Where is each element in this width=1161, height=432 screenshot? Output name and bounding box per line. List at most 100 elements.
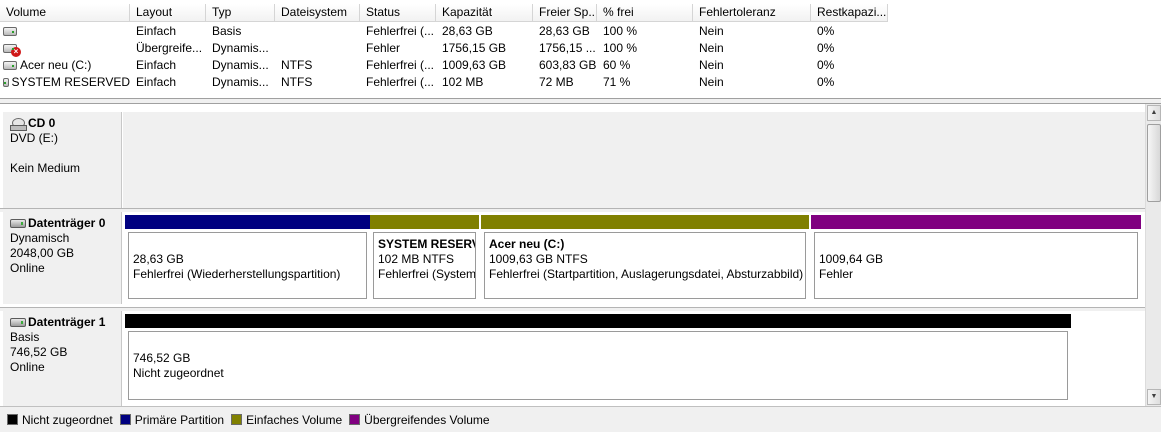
volume-status: Fehlerfrei (... bbox=[366, 75, 435, 89]
legend-item-primary: Primäre Partition bbox=[119, 412, 225, 427]
partition-size: 1009,64 GB bbox=[819, 252, 884, 266]
scroll-up-icon[interactable]: ▲ bbox=[1147, 105, 1161, 121]
volume-free-space: 603,83 GB bbox=[539, 58, 597, 72]
partition-color-bar bbox=[370, 215, 479, 229]
volume-type: Dynamis... bbox=[212, 75, 269, 89]
volume-filesystem bbox=[275, 40, 360, 57]
volume-type: Dynamis... bbox=[212, 58, 269, 72]
volume-capacity: 28,63 GB bbox=[442, 24, 493, 38]
column-header-status[interactable]: Status bbox=[360, 4, 436, 22]
vertical-scrollbar[interactable]: ▲ ▼ bbox=[1145, 104, 1161, 406]
disk-label-disk1[interactable]: Datenträger 1 Basis 746,52 GB Online bbox=[3, 311, 122, 406]
disk-name: Datenträger 1 bbox=[28, 315, 106, 329]
column-header-overhead[interactable]: Restkapazi... bbox=[811, 4, 888, 22]
column-header-percent-free[interactable]: % frei bbox=[597, 4, 693, 22]
partition-spanned[interactable]: 1009,64 GB Fehler bbox=[811, 215, 1141, 301]
row-separator bbox=[0, 307, 1145, 311]
hard-disk-icon bbox=[10, 219, 26, 228]
volume-layout: Einfach bbox=[136, 24, 177, 38]
volume-overhead: 0% bbox=[817, 75, 835, 89]
disk-name: Datenträger 0 bbox=[28, 216, 106, 230]
column-header-layout[interactable]: Layout bbox=[130, 4, 206, 22]
drive-error-icon: × bbox=[3, 44, 21, 57]
volume-row[interactable]: × Übergreife... Dynamis... Fehler 1756,1… bbox=[0, 40, 888, 57]
volume-fault-tolerance: Nein bbox=[699, 75, 724, 89]
volume-list-header: Volume Layout Typ Dateisystem Status Kap… bbox=[0, 4, 888, 22]
partition-status: Nicht zugeordnet bbox=[133, 366, 224, 380]
legend-swatch bbox=[231, 414, 243, 425]
column-header-free-space[interactable]: Freier Sp... bbox=[533, 4, 597, 22]
legend-label: Einfaches Volume bbox=[246, 412, 343, 427]
column-header-volume[interactable]: Volume bbox=[0, 4, 130, 22]
partition-status: Fehlerfrei (Startpartition, Auslagerungs… bbox=[489, 267, 804, 281]
partition-recovery[interactable]: 28,63 GB Fehlerfrei (Wiederherstellungsp… bbox=[125, 215, 370, 301]
volume-overhead: 0% bbox=[817, 24, 835, 38]
legend-label: Nicht zugeordnet bbox=[22, 412, 113, 427]
volume-status: Fehlerfrei (... bbox=[366, 58, 435, 72]
legend-swatch bbox=[349, 414, 361, 425]
partition-size: 746,52 GB bbox=[133, 351, 191, 365]
scrollbar-thumb[interactable] bbox=[1147, 124, 1161, 202]
row-separator bbox=[0, 208, 1145, 212]
cd-drive-icon bbox=[10, 117, 27, 131]
disk-size: 746,52 GB bbox=[10, 345, 68, 359]
volume-fault-tolerance: Nein bbox=[699, 41, 724, 55]
column-header-capacity[interactable]: Kapazität bbox=[436, 4, 533, 22]
disk-state: Online bbox=[10, 261, 45, 275]
partition-size: 28,63 GB bbox=[133, 252, 184, 266]
column-header-type[interactable]: Typ bbox=[206, 4, 275, 22]
disk-map: CD 0 DVD (E:) Kein Medium Datenträger 0 … bbox=[0, 104, 1161, 406]
volume-type: Dynamis... bbox=[212, 41, 269, 55]
legend-item-simple: Einfaches Volume bbox=[231, 413, 342, 427]
partition-size: 1009,63 GB NTFS bbox=[489, 252, 588, 266]
volume-row[interactable]: SYSTEM RESERVED Einfach Dynamis... NTFS … bbox=[0, 74, 888, 91]
legend-item-unallocated: Nicht zugeordnet bbox=[7, 413, 113, 427]
volume-layout: Einfach bbox=[136, 75, 177, 89]
partition-status: Fehlerfrei (Wiederherstellungspartition) bbox=[133, 267, 341, 281]
volume-status: Fehlerfrei (... bbox=[366, 24, 435, 38]
column-header-filesystem[interactable]: Dateisystem bbox=[275, 4, 360, 22]
legend-label: Übergreifendes Volume bbox=[364, 412, 490, 427]
volume-name: SYSTEM RESERVED bbox=[11, 75, 130, 89]
cd0-media-area[interactable] bbox=[123, 112, 1145, 208]
drive-icon bbox=[3, 27, 17, 36]
column-header-fault-tolerance[interactable]: Fehlertoleranz bbox=[693, 4, 811, 22]
partition-color-bar bbox=[125, 314, 1071, 328]
partition-title bbox=[819, 237, 1137, 252]
volume-free-space: 28,63 GB bbox=[539, 24, 590, 38]
scroll-down-icon[interactable]: ▼ bbox=[1147, 389, 1161, 405]
partition-unallocated[interactable]: 746,52 GB Nicht zugeordnet bbox=[125, 314, 1071, 404]
volume-overhead: 0% bbox=[817, 58, 835, 72]
legend-label: Primäre Partition bbox=[134, 412, 225, 427]
partition-size: 102 MB NTFS bbox=[378, 252, 455, 266]
partition-color-bar bbox=[125, 215, 370, 229]
partition-title: Acer neu (C:) bbox=[489, 237, 565, 251]
partition-system-reserved[interactable]: SYSTEM RESERVI 102 MB NTFS Fehlerfrei (S… bbox=[370, 215, 479, 301]
legend: Nicht zugeordnet Primäre Partition Einfa… bbox=[0, 406, 1161, 432]
volume-filesystem bbox=[275, 23, 360, 40]
volume-layout: Einfach bbox=[136, 58, 177, 72]
volume-capacity: 1756,15 GB bbox=[442, 41, 507, 55]
volume-free-space: 1756,15 ... bbox=[539, 41, 596, 55]
volume-capacity: 1009,63 GB bbox=[442, 58, 507, 72]
volume-capacity: 102 MB bbox=[442, 75, 484, 89]
disk0-partitions: 28,63 GB Fehlerfrei (Wiederherstellungsp… bbox=[123, 215, 1145, 303]
legend-swatch bbox=[119, 414, 131, 425]
disk-drive-letter: DVD (E:) bbox=[10, 131, 58, 145]
volume-row[interactable]: Acer neu (C:) Einfach Dynamis... NTFS Fe… bbox=[0, 57, 888, 74]
disk-label-cd0[interactable]: CD 0 DVD (E:) Kein Medium bbox=[3, 112, 122, 208]
partition-acer-c[interactable]: Acer neu (C:) 1009,63 GB NTFS Fehlerfrei… bbox=[481, 215, 809, 301]
partition-status: Fehlerfrei (System bbox=[378, 267, 476, 281]
legend-swatch bbox=[7, 414, 18, 425]
disk-label-disk0[interactable]: Datenträger 0 Dynamisch 2048,00 GB Onlin… bbox=[3, 212, 122, 304]
volume-row[interactable]: Einfach Basis Fehlerfrei (... 28,63 GB 2… bbox=[0, 23, 888, 40]
volume-layout: Übergreife... bbox=[136, 41, 203, 55]
partition-status: Fehler bbox=[819, 267, 854, 281]
volume-free-space: 72 MB bbox=[539, 75, 574, 89]
partition-color-bar bbox=[481, 215, 809, 229]
volume-filesystem: NTFS bbox=[281, 58, 313, 72]
volume-name: Acer neu (C:) bbox=[20, 58, 92, 72]
partition-title: SYSTEM RESERVI bbox=[378, 237, 476, 251]
hard-disk-icon bbox=[10, 318, 26, 327]
disk-size: 2048,00 GB bbox=[10, 246, 75, 260]
